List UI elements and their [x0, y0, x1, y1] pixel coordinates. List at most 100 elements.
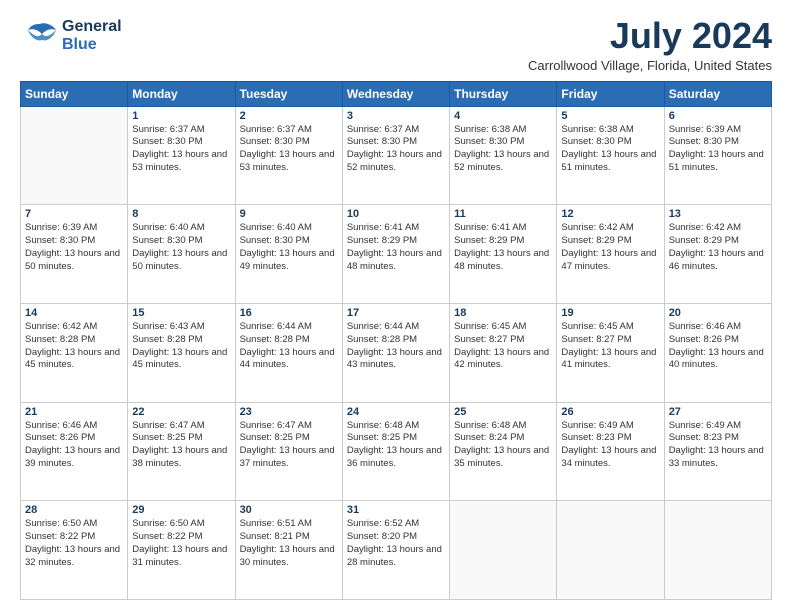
day-number: 30 — [240, 504, 338, 516]
calendar-cell — [21, 106, 128, 205]
col-wednesday: Wednesday — [342, 81, 449, 106]
calendar-cell: 30 Sunrise: 6:51 AM Sunset: 8:21 PM Dayli… — [235, 501, 342, 600]
day-info: Sunrise: 6:37 AM Sunset: 8:30 PM Dayligh… — [347, 124, 445, 175]
day-info: Sunrise: 6:37 AM Sunset: 8:30 PM Dayligh… — [240, 124, 338, 175]
day-info: Sunrise: 6:52 AM Sunset: 8:20 PM Dayligh… — [347, 518, 445, 569]
calendar-week-2: 14 Sunrise: 6:42 AM Sunset: 8:28 PM Dayli… — [21, 303, 772, 402]
calendar-cell — [450, 501, 557, 600]
calendar-cell: 3 Sunrise: 6:37 AM Sunset: 8:30 PM Daylig… — [342, 106, 449, 205]
day-number: 6 — [669, 110, 767, 122]
col-sunday: Sunday — [21, 81, 128, 106]
day-number: 9 — [240, 208, 338, 220]
day-number: 24 — [347, 406, 445, 418]
day-number: 3 — [347, 110, 445, 122]
calendar-cell: 13Sunrise: 6:42 AM Sunset: 8:29 PM Dayli… — [664, 205, 771, 304]
day-number: 11 — [454, 208, 552, 220]
day-info: Sunrise: 6:47 AM Sunset: 8:25 PM Dayligh… — [132, 420, 230, 471]
day-number: 1 — [132, 110, 230, 122]
day-info: Sunrise: 6:48 AM Sunset: 8:24 PM Dayligh… — [454, 420, 552, 471]
day-number: 31 — [347, 504, 445, 516]
day-number: 18 — [454, 307, 552, 319]
day-number: 27 — [669, 406, 767, 418]
calendar-cell: 23 Sunrise: 6:47 AM Sunset: 8:25 PM Dayli… — [235, 402, 342, 501]
logo-words: General Blue — [62, 18, 122, 53]
calendar-cell: 9 Sunrise: 6:40 AM Sunset: 8:30 PM Daylig… — [235, 205, 342, 304]
calendar-cell: 26 Sunrise: 6:49 AM Sunset: 8:23 PM Dayli… — [557, 402, 664, 501]
calendar-cell: 11 Sunrise: 6:41 AM Sunset: 8:29 PM Dayli… — [450, 205, 557, 304]
day-info: Sunrise: 6:49 AM Sunset: 8:23 PM Dayligh… — [669, 420, 767, 471]
day-info: Sunrise: 6:44 AM Sunset: 8:28 PM Dayligh… — [240, 321, 338, 372]
day-info: Sunrise: 6:44 AM Sunset: 8:28 PM Dayligh… — [347, 321, 445, 372]
calendar-cell: 25Sunrise: 6:48 AM Sunset: 8:24 PM Dayli… — [450, 402, 557, 501]
day-info: Sunrise: 6:38 AM Sunset: 8:30 PM Dayligh… — [561, 124, 659, 175]
logo: General Blue — [20, 16, 122, 56]
day-number: 21 — [25, 406, 123, 418]
header: General Blue July 2024 Carrollwood Villa… — [20, 16, 772, 73]
day-info: Sunrise: 6:42 AM Sunset: 8:29 PM Dayligh… — [669, 222, 767, 273]
day-info: Sunrise: 6:40 AM Sunset: 8:30 PM Dayligh… — [240, 222, 338, 273]
day-number: 10 — [347, 208, 445, 220]
calendar-body: 1 Sunrise: 6:37 AM Sunset: 8:30 PM Daylig… — [21, 106, 772, 599]
day-number: 15 — [132, 307, 230, 319]
logo-general-text: General — [62, 18, 122, 36]
day-number: 12 — [561, 208, 659, 220]
day-info: Sunrise: 6:45 AM Sunset: 8:27 PM Dayligh… — [454, 321, 552, 372]
calendar-cell: 27 Sunrise: 6:49 AM Sunset: 8:23 PM Dayli… — [664, 402, 771, 501]
calendar-week-4: 28Sunrise: 6:50 AM Sunset: 8:22 PM Dayli… — [21, 501, 772, 600]
day-number: 17 — [347, 307, 445, 319]
day-number: 23 — [240, 406, 338, 418]
calendar-cell: 18 Sunrise: 6:45 AM Sunset: 8:27 PM Dayli… — [450, 303, 557, 402]
day-number: 7 — [25, 208, 123, 220]
day-number: 14 — [25, 307, 123, 319]
day-number: 4 — [454, 110, 552, 122]
day-info: Sunrise: 6:49 AM Sunset: 8:23 PM Dayligh… — [561, 420, 659, 471]
calendar-cell: 5 Sunrise: 6:38 AM Sunset: 8:30 PM Daylig… — [557, 106, 664, 205]
col-thursday: Thursday — [450, 81, 557, 106]
calendar-table: Sunday Monday Tuesday Wednesday Thursday… — [20, 81, 772, 600]
day-number: 19 — [561, 307, 659, 319]
day-info: Sunrise: 6:41 AM Sunset: 8:29 PM Dayligh… — [347, 222, 445, 273]
calendar-cell: 31 Sunrise: 6:52 AM Sunset: 8:20 PM Dayli… — [342, 501, 449, 600]
calendar-cell: 22 Sunrise: 6:47 AM Sunset: 8:25 PM Dayli… — [128, 402, 235, 501]
day-info: Sunrise: 6:38 AM Sunset: 8:30 PM Dayligh… — [454, 124, 552, 175]
location: Carrollwood Village, Florida, United Sta… — [528, 58, 772, 73]
day-info: Sunrise: 6:51 AM Sunset: 8:21 PM Dayligh… — [240, 518, 338, 569]
day-number: 26 — [561, 406, 659, 418]
day-info: Sunrise: 6:46 AM Sunset: 8:26 PM Dayligh… — [25, 420, 123, 471]
col-monday: Monday — [128, 81, 235, 106]
day-info: Sunrise: 6:37 AM Sunset: 8:30 PM Dayligh… — [132, 124, 230, 175]
calendar-cell: 29Sunrise: 6:50 AM Sunset: 8:22 PM Dayli… — [128, 501, 235, 600]
calendar-cell: 21 Sunrise: 6:46 AM Sunset: 8:26 PM Dayli… — [21, 402, 128, 501]
calendar-week-0: 1 Sunrise: 6:37 AM Sunset: 8:30 PM Daylig… — [21, 106, 772, 205]
calendar-cell: 15 Sunrise: 6:43 AM Sunset: 8:28 PM Dayli… — [128, 303, 235, 402]
day-info: Sunrise: 6:39 AM Sunset: 8:30 PM Dayligh… — [25, 222, 123, 273]
day-number: 5 — [561, 110, 659, 122]
day-info: Sunrise: 6:41 AM Sunset: 8:29 PM Dayligh… — [454, 222, 552, 273]
calendar-cell — [557, 501, 664, 600]
calendar-cell: 12Sunrise: 6:42 AM Sunset: 8:29 PM Dayli… — [557, 205, 664, 304]
day-info: Sunrise: 6:42 AM Sunset: 8:28 PM Dayligh… — [25, 321, 123, 372]
page: General Blue July 2024 Carrollwood Villa… — [0, 0, 792, 612]
day-info: Sunrise: 6:40 AM Sunset: 8:30 PM Dayligh… — [132, 222, 230, 273]
day-info: Sunrise: 6:50 AM Sunset: 8:22 PM Dayligh… — [132, 518, 230, 569]
calendar-header-row: Sunday Monday Tuesday Wednesday Thursday… — [21, 81, 772, 106]
day-number: 22 — [132, 406, 230, 418]
col-saturday: Saturday — [664, 81, 771, 106]
calendar-cell — [664, 501, 771, 600]
calendar-cell: 28Sunrise: 6:50 AM Sunset: 8:22 PM Dayli… — [21, 501, 128, 600]
day-number: 8 — [132, 208, 230, 220]
day-info: Sunrise: 6:50 AM Sunset: 8:22 PM Dayligh… — [25, 518, 123, 569]
day-info: Sunrise: 6:45 AM Sunset: 8:27 PM Dayligh… — [561, 321, 659, 372]
title-block: July 2024 Carrollwood Village, Florida, … — [528, 16, 772, 73]
calendar-cell: 24Sunrise: 6:48 AM Sunset: 8:25 PM Dayli… — [342, 402, 449, 501]
calendar-cell: 19 Sunrise: 6:45 AM Sunset: 8:27 PM Dayli… — [557, 303, 664, 402]
calendar-cell: 16Sunrise: 6:44 AM Sunset: 8:28 PM Dayli… — [235, 303, 342, 402]
day-info: Sunrise: 6:43 AM Sunset: 8:28 PM Dayligh… — [132, 321, 230, 372]
calendar-cell: 6Sunrise: 6:39 AM Sunset: 8:30 PM Daylig… — [664, 106, 771, 205]
calendar-cell: 14 Sunrise: 6:42 AM Sunset: 8:28 PM Dayli… — [21, 303, 128, 402]
logo-blue-text: Blue — [62, 36, 122, 54]
logo-icon — [20, 16, 60, 56]
day-info: Sunrise: 6:47 AM Sunset: 8:25 PM Dayligh… — [240, 420, 338, 471]
month-title: July 2024 — [528, 16, 772, 56]
calendar-cell: 2Sunrise: 6:37 AM Sunset: 8:30 PM Daylig… — [235, 106, 342, 205]
